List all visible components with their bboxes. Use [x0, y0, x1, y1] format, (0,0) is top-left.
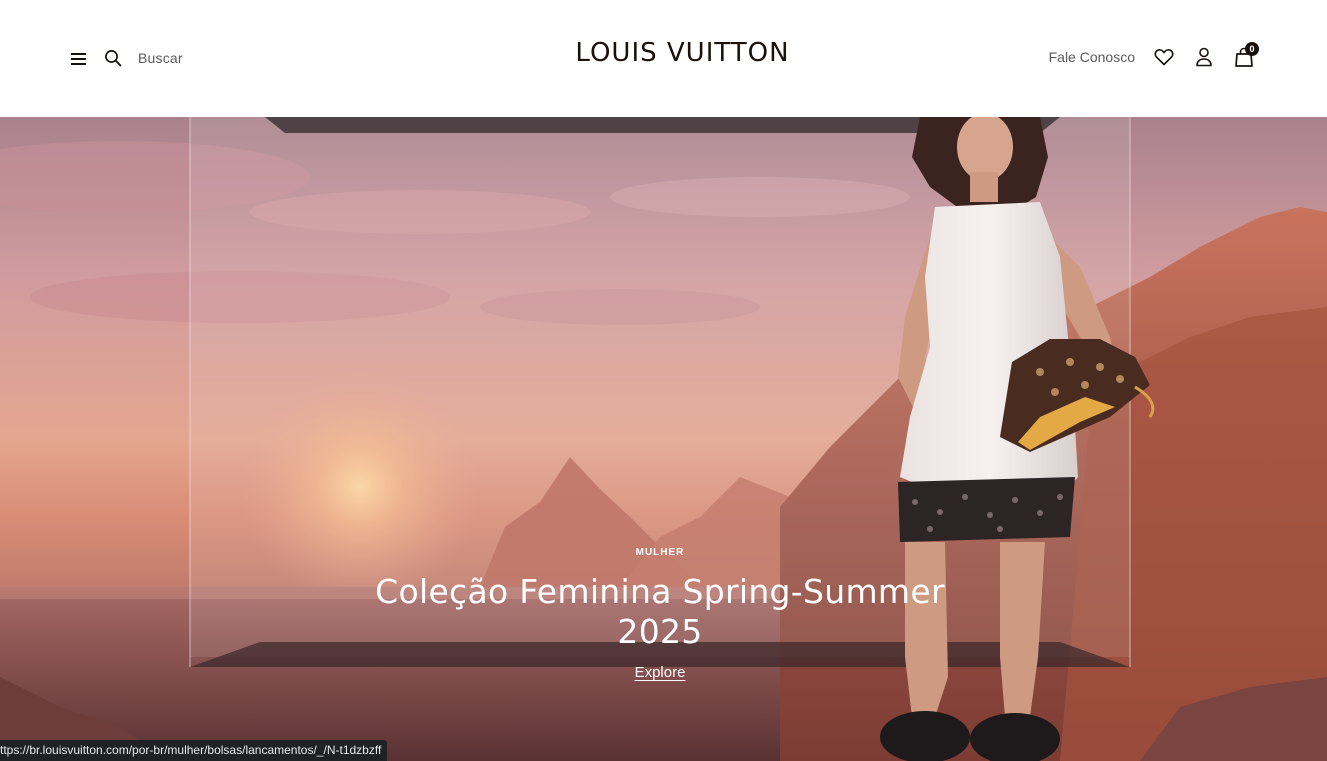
- heart-icon: [1154, 49, 1174, 66]
- wishlist-button[interactable]: [1153, 45, 1175, 69]
- user-icon: [1196, 47, 1212, 67]
- hero-copy: MULHER Coleção Feminina Spring-Summer 20…: [330, 547, 990, 682]
- hero-headline[interactable]: Coleção Feminina Spring-Summer 2025: [330, 572, 990, 652]
- cart-count-badge: 0: [1245, 42, 1259, 56]
- search-button[interactable]: Buscar: [104, 46, 183, 70]
- header-actions: Fale Conosco 0: [1049, 42, 1259, 72]
- search-label[interactable]: Buscar: [138, 50, 183, 66]
- contact-link[interactable]: Fale Conosco: [1049, 49, 1135, 65]
- cart-button[interactable]: 0: [1233, 42, 1259, 69]
- account-button[interactable]: [1193, 45, 1215, 69]
- search-icon: [105, 50, 122, 67]
- site-header: Buscar LOUIS VUITTON Fale Conosco 0: [0, 0, 1327, 117]
- hero-eyebrow: MULHER: [635, 547, 685, 558]
- link-preview-url: ttps://br.louisvuitton.com/por-br/mulher…: [0, 740, 388, 761]
- menu-icon[interactable]: [68, 48, 90, 70]
- brand-logo[interactable]: LOUIS VUITTON: [575, 38, 789, 68]
- hero-banner[interactable]: MULHER Coleção Feminina Spring-Summer 20…: [0, 117, 1327, 761]
- explore-link[interactable]: Explore: [635, 664, 686, 681]
